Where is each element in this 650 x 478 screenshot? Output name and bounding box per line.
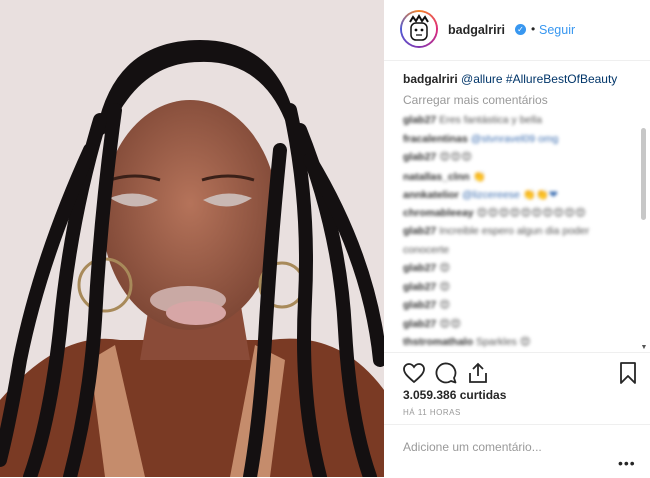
comment-text: 😍😍: [439, 317, 462, 330]
likes-count[interactable]: 3.059.386 curtidas: [403, 388, 506, 402]
post-timestamp: HÁ 11 HORAS: [403, 408, 461, 417]
comment-icon[interactable]: [434, 361, 458, 385]
comment-row: glab27 Eres fantástica y bella: [403, 114, 633, 133]
comment-username[interactable]: glab27: [403, 318, 436, 330]
post-header: badgalriri ✓ • Seguir: [384, 0, 650, 61]
comment-row: natallas_clnn 👏: [403, 170, 633, 189]
comment-text: @stvnravel09 omg: [470, 132, 559, 145]
add-comment-input[interactable]: Adicione um comentário...: [403, 440, 542, 454]
post-side-panel: badgalriri ✓ • Seguir badgalriri @allure…: [384, 0, 650, 477]
avatar-face-icon: [402, 12, 436, 46]
avatar[interactable]: [400, 10, 438, 48]
comment-text: Increible espero algun dia poder: [439, 225, 590, 237]
header-username[interactable]: badgalriri: [448, 23, 505, 37]
comment-list: glab27 Eres fantástica y bella fracalent…: [403, 114, 633, 352]
comment-text: @lizcereese 👏👏❤: [461, 189, 558, 201]
comment-row: glab27 😍: [403, 299, 633, 318]
follow-button[interactable]: Seguir: [539, 23, 575, 37]
post-caption: badgalriri @allure #AllureBestOfBeauty: [403, 72, 617, 86]
add-comment-box[interactable]: Adicione um comentário... •••: [384, 424, 650, 478]
comment-row: thstromathalo Sparkles 😍: [403, 336, 633, 352]
load-more-comments-button[interactable]: Carregar mais comentários: [403, 93, 548, 107]
comment-username[interactable]: thstromathalo: [403, 336, 473, 348]
comment-row: chromableeay 😍😍😍😍😍😍😍😍😍😍: [403, 207, 633, 226]
comment-text: 😍😍😍: [439, 151, 473, 163]
comment-username[interactable]: fracalentinas: [403, 133, 468, 145]
comment-username[interactable]: glab27: [403, 225, 436, 237]
caption-mention[interactable]: @allure: [461, 72, 503, 86]
comment-text: 😍😍😍😍😍😍😍😍😍😍: [476, 206, 587, 219]
share-icon[interactable]: [466, 361, 490, 385]
comment-row: fracalentinas @stvnravel09 omg: [403, 133, 633, 152]
comment-username[interactable]: glab27: [403, 262, 436, 274]
comment-row: glab27 😍: [403, 281, 633, 300]
comments-scrollbar[interactable]: ▼: [640, 60, 648, 352]
comment-row: glab27 Increible espero algun dia poder: [403, 225, 633, 244]
scroll-down-icon[interactable]: ▼: [640, 344, 648, 352]
instagram-post: badgalriri ✓ • Seguir badgalriri @allure…: [0, 0, 650, 477]
comment-row: glab27 😍😍: [403, 318, 633, 337]
comment-text: 😍: [439, 299, 451, 311]
heart-icon[interactable]: [402, 361, 426, 385]
comment-text: Sparkles 😍: [475, 336, 531, 348]
header-separator: •: [531, 22, 536, 36]
bookmark-icon[interactable]: [616, 361, 640, 385]
comment-row: conocerte: [403, 244, 633, 263]
comment-row: glab27 😍😍😍: [403, 151, 633, 170]
comment-text: conocerte: [403, 243, 450, 256]
portrait-image: [0, 0, 384, 477]
more-options-icon[interactable]: •••: [618, 455, 636, 471]
comment-row: annkatelior @lizcereese 👏👏❤: [403, 188, 633, 207]
comment-username[interactable]: annkatelior: [403, 189, 459, 201]
comment-text: 😍: [439, 280, 451, 293]
scrollbar-thumb[interactable]: [641, 128, 646, 220]
verified-badge-icon: ✓: [515, 24, 526, 35]
avatar-image: [402, 12, 436, 46]
post-photo[interactable]: [0, 0, 384, 477]
comment-text: Eres fantástica y bella: [439, 114, 542, 126]
comment-text: 👏: [472, 170, 486, 183]
caption-hashtag[interactable]: #AllureBestOfBeauty: [506, 72, 617, 86]
caption-username[interactable]: badgalriri: [403, 72, 458, 86]
comment-username[interactable]: glab27: [403, 299, 436, 311]
comment-username[interactable]: glab27: [403, 151, 436, 163]
comment-row: glab27 😍: [403, 262, 633, 281]
comment-username[interactable]: glab27: [403, 281, 436, 293]
comment-username[interactable]: natallas_clnn: [403, 171, 470, 183]
comment-username[interactable]: chromableeay: [403, 207, 474, 219]
comments-section: badgalriri @allure #AllureBestOfBeauty C…: [384, 60, 640, 352]
comment-text: 😍: [439, 262, 451, 274]
comment-username[interactable]: glab27: [403, 114, 436, 126]
